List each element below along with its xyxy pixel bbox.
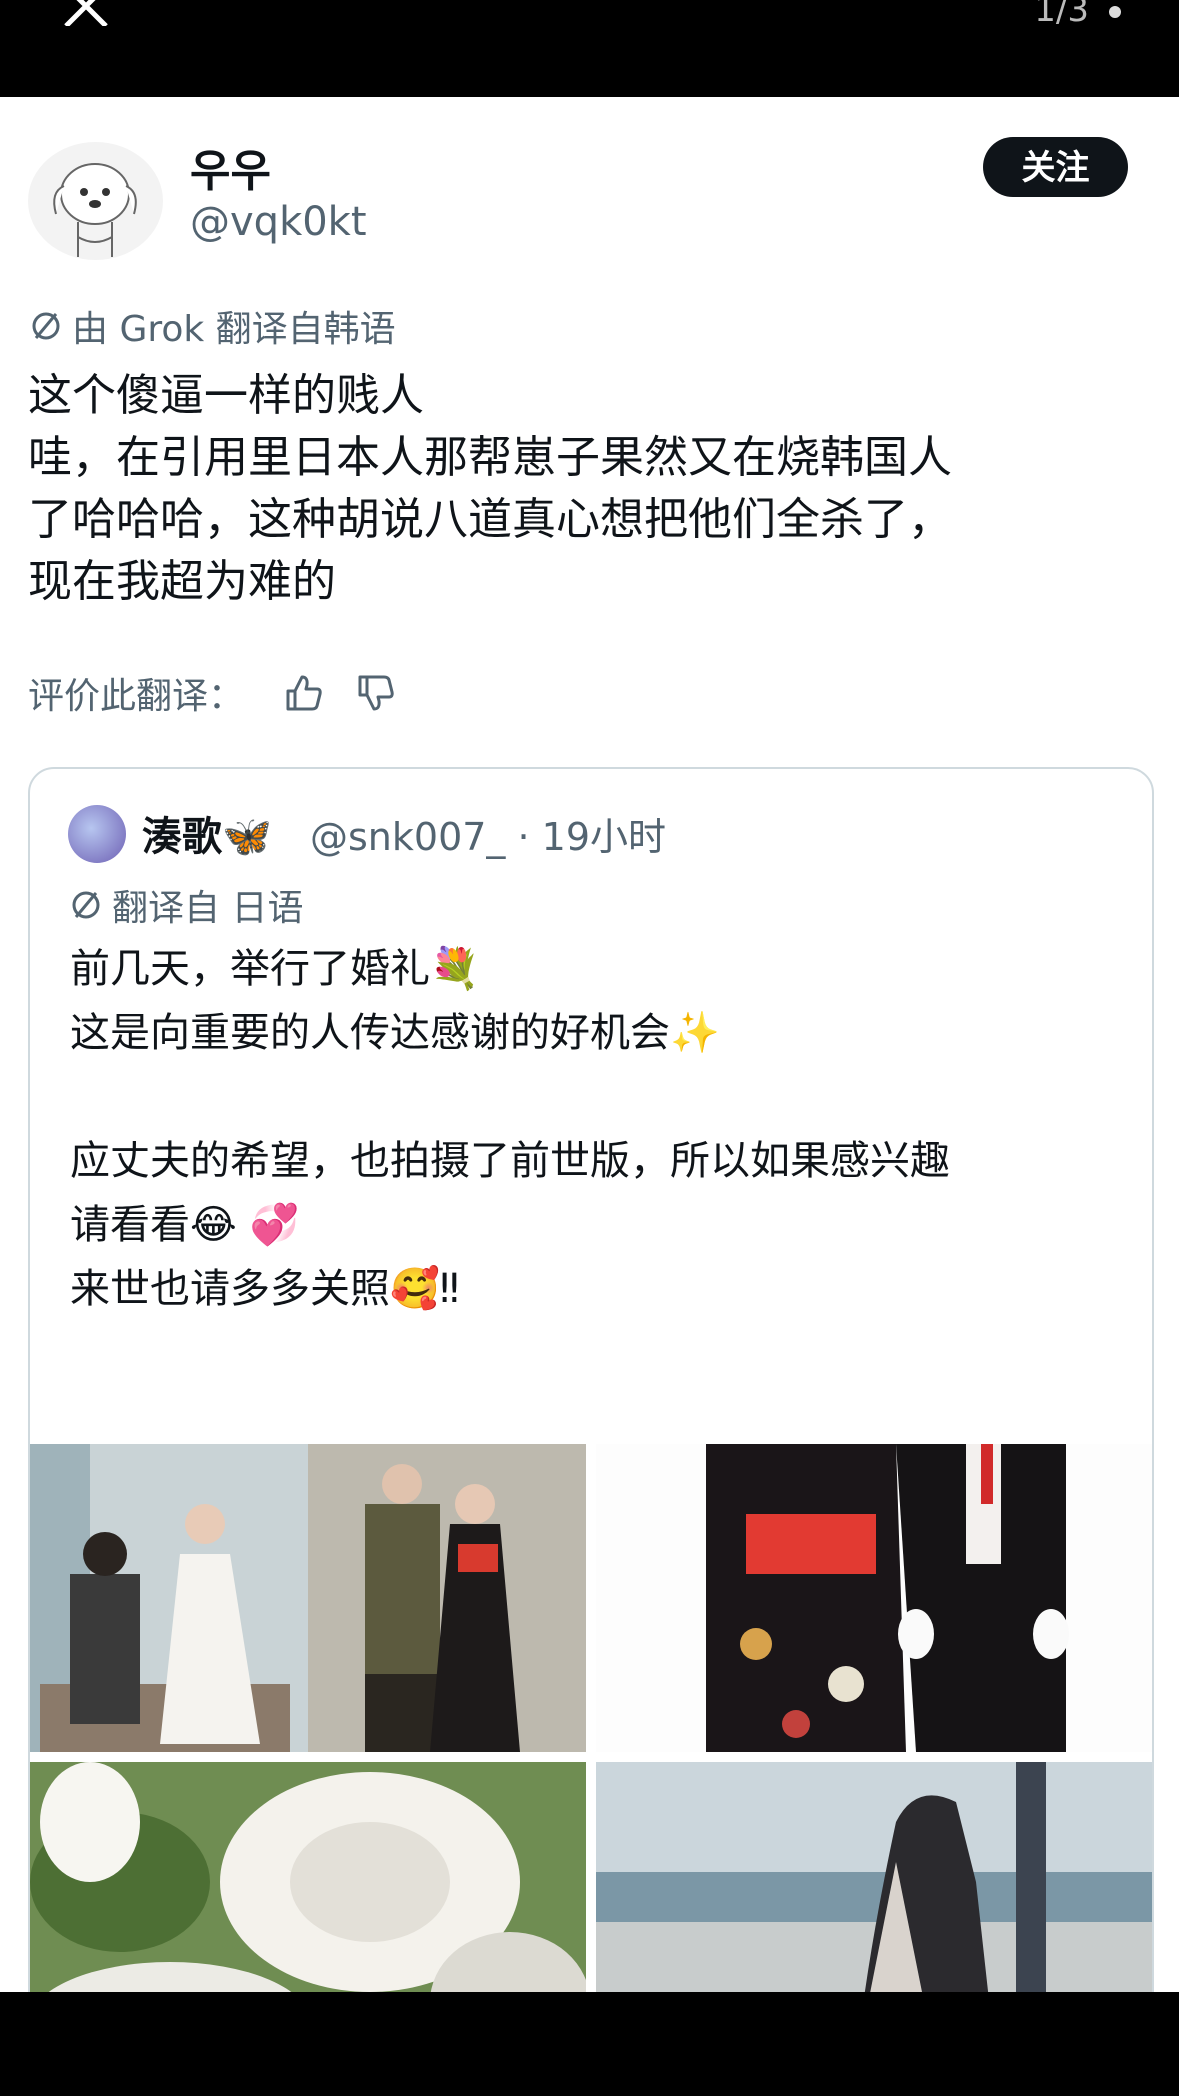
thumbs-down-icon[interactable] [354, 671, 398, 715]
quoted-line: 前几天，举行了婚礼💐 [70, 946, 480, 992]
quoted-translation-text: 翻译自 日语 [112, 888, 304, 929]
quoted-line: 来世也请多多关照🥰‼ [70, 1266, 460, 1312]
quoted-avatar[interactable] [68, 805, 126, 863]
post-screenshot: 우우 @vqk0kt 关注 由 Grok 翻译自韩语 这个傻逼一样的贱人 哇，在… [0, 97, 1179, 1992]
quoted-display-name[interactable]: 湊歌🦋 [142, 804, 272, 862]
media-grid [30, 1444, 1152, 1992]
thumbs-up-icon[interactable] [282, 671, 326, 715]
media-photo-wedding-couples[interactable] [30, 1444, 586, 1752]
author-display-name[interactable]: 우우 [190, 135, 271, 199]
viewer-top-bar: 1/3 [0, 0, 1179, 97]
viewer-bottom-bar [0, 1992, 1179, 2096]
media-photo-flowers[interactable] [30, 1762, 586, 1992]
post-line: 现在我超为难的 [28, 556, 336, 607]
translation-note: 由 Grok 翻译自韩语 [28, 300, 396, 352]
translate-icon [72, 891, 100, 919]
post-line: 这个傻逼一样的贱人 [28, 370, 424, 421]
quoted-line: 请看看😂 💞 [70, 1202, 300, 1248]
post-line: 哇，在引用里日本人那帮崽子果然又在烧韩国人 [28, 432, 952, 483]
quoted-translation-note: 翻译自 日语 [68, 879, 303, 931]
translation-note-text: 由 Grok 翻译自韩语 [72, 309, 396, 350]
quoted-handle-time: @snk007_ · 19小时 [310, 815, 667, 859]
quoted-line: 应丈夫的希望，也拍摄了前世版，所以如果感兴趣 [70, 1138, 950, 1184]
rate-label: 评价此翻译： [28, 676, 245, 717]
dog-avatar-icon [53, 163, 137, 257]
media-photo-bride-window[interactable] [596, 1762, 1152, 1992]
more-dot-icon[interactable] [1109, 6, 1121, 18]
rate-translation: 评价此翻译： [28, 667, 398, 719]
avatar[interactable] [28, 142, 163, 260]
quoted-body: 前几天，举行了婚礼💐 这是向重要的人传达感谢的好机会✨ 应丈夫的希望，也拍摄了前… [70, 937, 1130, 1321]
media-photo-kimono[interactable] [596, 1444, 1152, 1752]
close-icon[interactable] [62, 0, 110, 26]
quoted-line [70, 1065, 1130, 1129]
author-handle[interactable]: @vqk0kt [190, 199, 367, 245]
post-line: 了哈哈哈，这种胡说八道真心想把他们全杀了， [28, 494, 952, 545]
quoted-post[interactable]: 湊歌🦋 @snk007_ · 19小时 翻译自 日语 前几天，举行了婚礼💐 这是… [28, 767, 1154, 1992]
follow-button[interactable]: 关注 [983, 137, 1128, 197]
quoted-line: 这是向重要的人传达感谢的好机会✨ [70, 1010, 720, 1056]
image-counter: 1/3 [1034, 0, 1089, 30]
post-body: 这个傻逼一样的贱人 哇，在引用里日本人那帮崽子果然又在烧韩国人 了哈哈哈，这种胡… [28, 365, 1158, 613]
translate-icon [32, 312, 60, 340]
